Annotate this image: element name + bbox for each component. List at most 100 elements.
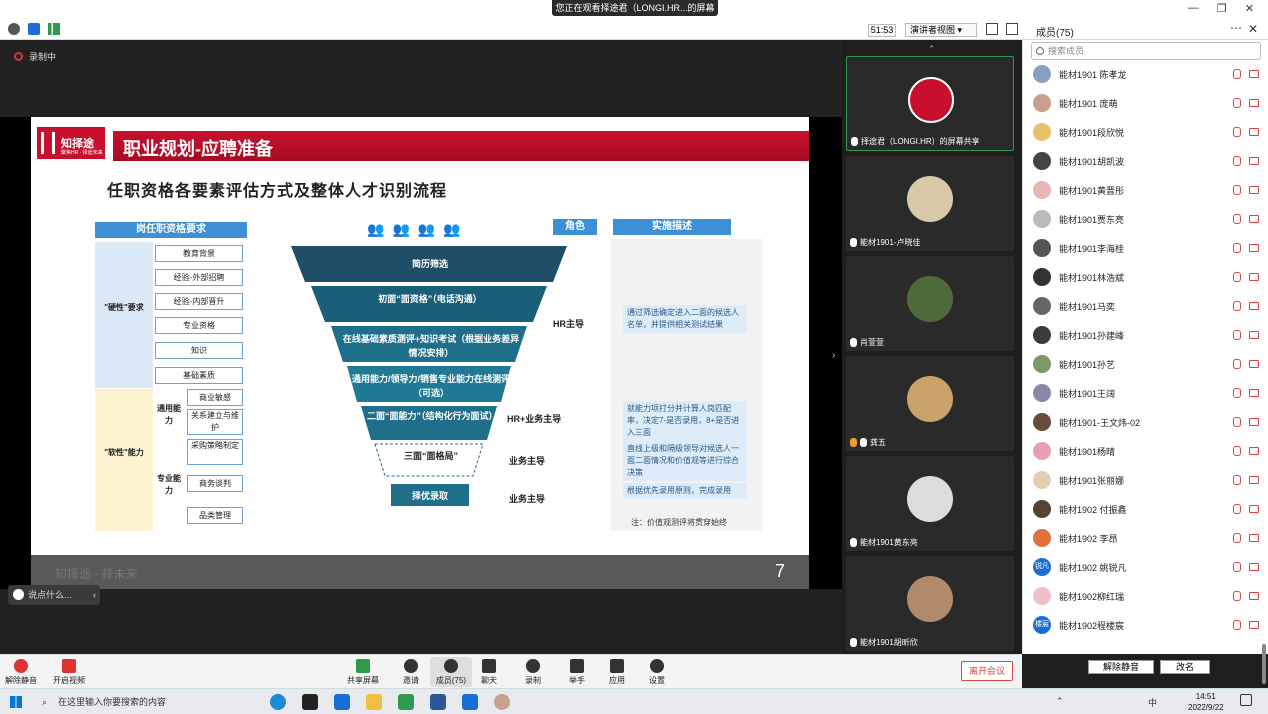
- camera-off-icon[interactable]: [1249, 273, 1259, 281]
- camera-off-icon[interactable]: [1249, 99, 1259, 107]
- close-panel-icon[interactable]: ✕: [1248, 22, 1258, 36]
- quick-chat-input[interactable]: 说点什么... ‹: [8, 585, 100, 605]
- members-button[interactable]: 成员(75): [430, 657, 472, 687]
- close-icon[interactable]: ✕: [1245, 2, 1254, 15]
- member-row[interactable]: 能材1901 陈孝龙: [1033, 62, 1259, 86]
- camera-off-icon[interactable]: [1249, 563, 1259, 571]
- apps-button[interactable]: 应用: [596, 657, 638, 686]
- member-row[interactable]: 能材1901 庞萌: [1033, 91, 1259, 115]
- info-icon[interactable]: [8, 23, 20, 35]
- shield-icon[interactable]: [28, 23, 40, 35]
- camera-off-icon[interactable]: [1249, 215, 1259, 223]
- member-row[interactable]: 能材1901马奕: [1033, 294, 1259, 318]
- camera-off-icon[interactable]: [1249, 621, 1259, 629]
- mic-muted-icon[interactable]: [1233, 417, 1241, 427]
- camera-off-icon[interactable]: [1249, 534, 1259, 542]
- camera-off-icon[interactable]: [1249, 505, 1259, 513]
- view-mode-dropdown[interactable]: 演讲者视图 ▾: [905, 23, 977, 37]
- app-icon[interactable]: [302, 694, 318, 710]
- camera-off-icon[interactable]: [1249, 418, 1259, 426]
- mic-muted-icon[interactable]: [1233, 127, 1241, 137]
- member-row[interactable]: 能材1902 李昂: [1033, 526, 1259, 550]
- video-tile[interactable]: 能材1901-卢晓佳: [846, 156, 1014, 251]
- member-row[interactable]: 能材1901张丽娜: [1033, 468, 1259, 492]
- camera-off-icon[interactable]: [1249, 128, 1259, 136]
- member-row[interactable]: 能材1901贾东亮: [1033, 207, 1259, 231]
- windows-start-icon[interactable]: [10, 696, 22, 708]
- member-row[interactable]: 能材1902柳红瑞: [1033, 584, 1259, 608]
- mic-muted-icon[interactable]: [1233, 185, 1241, 195]
- mic-muted-icon[interactable]: [1233, 359, 1241, 369]
- ime-indicator[interactable]: 中: [1148, 696, 1157, 709]
- folder-icon[interactable]: [366, 694, 382, 710]
- leave-meeting-button[interactable]: 离开会议: [961, 661, 1013, 681]
- share-screen-button[interactable]: 共享屏幕: [342, 657, 384, 686]
- mic-muted-icon[interactable]: [1233, 330, 1241, 340]
- video-tile[interactable]: 肖萱萱: [846, 256, 1014, 351]
- mic-muted-icon[interactable]: [1233, 243, 1241, 253]
- settings-button[interactable]: 设置: [636, 657, 678, 686]
- member-row[interactable]: 能材1901胡凯波: [1033, 149, 1259, 173]
- member-row[interactable]: 能材1901孙建峰: [1033, 323, 1259, 347]
- scrollbar[interactable]: [1262, 644, 1266, 684]
- camera-off-icon[interactable]: [1249, 360, 1259, 368]
- member-row[interactable]: 能材1901林浩斌: [1033, 265, 1259, 289]
- tray-chevron-icon[interactable]: ⌃: [1056, 696, 1064, 707]
- member-row[interactable]: 能材1901-王文炜-02: [1033, 410, 1259, 434]
- chat-button[interactable]: 聊天: [468, 657, 510, 686]
- unmute-all-button[interactable]: 解除静音: [1088, 660, 1154, 674]
- tiles-scroll-up-icon[interactable]: ⌃: [928, 44, 936, 55]
- mute-button[interactable]: 解除静音: [0, 657, 42, 686]
- video-button[interactable]: 开启视频: [48, 657, 90, 686]
- video-tile[interactable]: 能材1901胡昕欣: [846, 556, 1014, 651]
- camera-off-icon[interactable]: [1249, 157, 1259, 165]
- camera-off-icon[interactable]: [1249, 244, 1259, 252]
- mic-muted-icon[interactable]: [1233, 620, 1241, 630]
- rename-button[interactable]: 改名: [1160, 660, 1210, 674]
- video-tile[interactable]: 能材1901黄东亮: [846, 456, 1014, 551]
- video-tile[interactable]: 龚五: [846, 356, 1014, 451]
- mic-muted-icon[interactable]: [1233, 98, 1241, 108]
- camera-off-icon[interactable]: [1249, 389, 1259, 397]
- member-row[interactable]: 能材1901段欣悦: [1033, 120, 1259, 144]
- camera-off-icon[interactable]: [1249, 70, 1259, 78]
- member-row[interactable]: 锐凡 能材1902 姚锐凡: [1033, 555, 1259, 579]
- camera-off-icon[interactable]: [1249, 331, 1259, 339]
- collapse-chevron-icon[interactable]: ‹: [93, 585, 96, 605]
- invite-button[interactable]: 邀请: [390, 657, 432, 686]
- mail-icon[interactable]: [334, 694, 350, 710]
- mic-muted-icon[interactable]: [1233, 533, 1241, 543]
- word-icon[interactable]: [430, 694, 446, 710]
- mic-muted-icon[interactable]: [1233, 301, 1241, 311]
- member-row[interactable]: 能材1902 付振鑫: [1033, 497, 1259, 521]
- taskbar-search-box[interactable]: ⌕ 在这里输入你要搜索的内容: [40, 693, 250, 711]
- member-row[interactable]: 能材1901李海桂: [1033, 236, 1259, 260]
- mic-muted-icon[interactable]: [1233, 156, 1241, 166]
- more-icon[interactable]: ⋯: [1230, 21, 1242, 35]
- camera-off-icon[interactable]: [1249, 186, 1259, 194]
- mic-muted-icon[interactable]: [1233, 562, 1241, 572]
- mic-muted-icon[interactable]: [1233, 272, 1241, 282]
- member-row[interactable]: 能材1901杨晴: [1033, 439, 1259, 463]
- raise-hand-button[interactable]: 举手: [556, 657, 598, 686]
- member-row[interactable]: 能材1901孙艺: [1033, 352, 1259, 376]
- member-row[interactable]: 能材1901黄晋彤: [1033, 178, 1259, 202]
- mic-muted-icon[interactable]: [1233, 214, 1241, 224]
- share-banner[interactable]: 您正在观看择途君（LONGI.HR...的屏幕: [552, 0, 718, 16]
- edge-icon[interactable]: [270, 694, 286, 710]
- wechat-icon[interactable]: [398, 694, 414, 710]
- notification-icon[interactable]: [1240, 694, 1252, 706]
- user-app-icon[interactable]: [494, 694, 510, 710]
- meeting-app-icon[interactable]: [462, 694, 478, 710]
- mic-muted-icon[interactable]: [1233, 69, 1241, 79]
- expand-stage-chevron-icon[interactable]: ›: [832, 350, 835, 361]
- mic-muted-icon[interactable]: [1233, 591, 1241, 601]
- minimize-icon[interactable]: —: [1188, 2, 1199, 15]
- member-row[interactable]: 楼宸 能材1902程楼宸: [1033, 613, 1259, 637]
- camera-off-icon[interactable]: [1249, 592, 1259, 600]
- restore-icon[interactable]: ❐: [1217, 2, 1227, 15]
- camera-off-icon[interactable]: [1249, 447, 1259, 455]
- search-members-input[interactable]: 搜索成员: [1031, 42, 1261, 60]
- mic-muted-icon[interactable]: [1233, 504, 1241, 514]
- member-row[interactable]: 能材1901王阔: [1033, 381, 1259, 405]
